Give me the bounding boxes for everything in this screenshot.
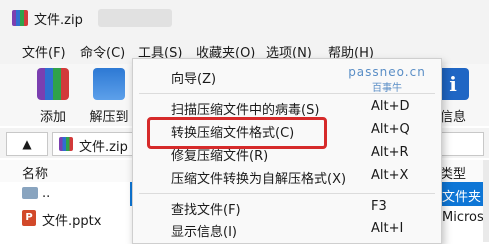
winrar-app-icon (12, 10, 28, 26)
file-name: .. (42, 186, 51, 201)
vertical-scrollbar[interactable] (483, 160, 489, 242)
menu-item-shortcut: F3 (371, 199, 387, 214)
menu-separator (139, 193, 435, 194)
menu-item-label: 压缩文件转换为自解压格式(X) (171, 172, 347, 187)
extract-button-label: 解压到 (89, 110, 129, 125)
menu-item-scan-virus[interactable]: 扫描压缩文件中的病毒(S) Alt+D (133, 99, 441, 119)
tools-dropdown-menu: passneo.cn 百事牛 向导(Z) 扫描压缩文件中的病毒(S) Alt+D… (132, 58, 442, 244)
menu-item-label: 向导(Z) (171, 72, 217, 87)
menu-item-label: 显示信息(I) (171, 225, 237, 240)
menu-file[interactable]: 文件(F) (22, 42, 66, 61)
menu-item-label: 修复压缩文件(R) (171, 149, 269, 164)
file-type: Microso (442, 210, 489, 225)
menu-item-find-files[interactable]: 查找文件(F) F3 (133, 199, 441, 219)
menu-item-show-info[interactable]: 显示信息(I) Alt+I (133, 221, 441, 241)
menu-item-wizard[interactable]: 向导(Z) (133, 68, 441, 88)
add-button[interactable]: 添加 (26, 66, 80, 125)
menu-item-shortcut: Alt+I (371, 221, 404, 236)
menu-item-shortcut: Alt+R (371, 145, 409, 160)
blurred-title-region (98, 9, 172, 27)
menu-item-label: 查找文件(F) (171, 203, 241, 218)
column-type[interactable]: 类型 (440, 163, 466, 182)
archive-books-icon (37, 68, 69, 100)
powerpoint-file-icon: P (22, 210, 36, 226)
menu-item-shortcut: Alt+X (371, 168, 409, 183)
folder-extract-icon (93, 68, 125, 100)
menu-item-repair[interactable]: 修复压缩文件(R) Alt+R (133, 145, 441, 165)
column-name[interactable]: 名称 (22, 163, 48, 182)
menu-item-label: 扫描压缩文件中的病毒(S) (171, 103, 320, 118)
add-button-label: 添加 (39, 110, 66, 125)
menu-commands[interactable]: 命令(C) (80, 42, 125, 61)
menu-item-convert-sfx[interactable]: 压缩文件转换为自解压格式(X) Alt+X (133, 168, 441, 188)
parent-folder-icon (22, 187, 38, 199)
extract-to-button[interactable]: 解压到 (82, 66, 136, 125)
title-bar: 文件.zip (0, 0, 489, 36)
menu-item-shortcut: Alt+D (371, 99, 410, 114)
up-arrow-icon: ▲ (22, 137, 32, 151)
up-folder-button[interactable]: ▲ (6, 132, 48, 156)
zip-archive-icon (59, 137, 73, 151)
menu-separator (139, 93, 435, 94)
window-title: 文件.zip (34, 13, 83, 28)
file-type: 文件夹 (442, 190, 482, 205)
menu-item-shortcut: Alt+Q (371, 122, 410, 137)
file-name: 文件.pptx (42, 214, 102, 229)
